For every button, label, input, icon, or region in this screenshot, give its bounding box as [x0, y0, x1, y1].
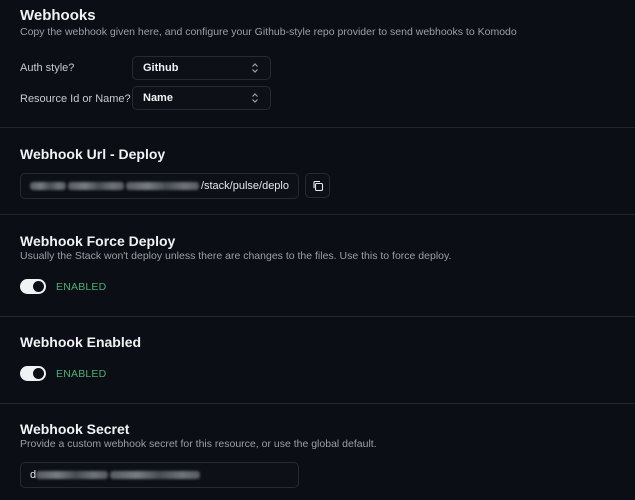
deploy-url-value: /stack/pulse/deplo [200, 180, 289, 192]
redacted-text [110, 471, 201, 479]
chevron-up-down-icon [252, 93, 258, 103]
webhook-secret-title: Webhook Secret [20, 421, 130, 437]
webhook-secret-description: Provide a custom webhook secret for this… [20, 438, 377, 450]
auth-style-value: Github [143, 62, 179, 74]
copy-button[interactable] [305, 173, 330, 198]
resource-id-label: Resource Id or Name? [20, 93, 131, 105]
auth-style-select[interactable]: Github [132, 56, 271, 80]
copy-icon [312, 180, 323, 191]
webhooks-description: Copy the webhook given here, and configu… [20, 26, 517, 38]
redacted-text [125, 182, 199, 190]
redacted-text [36, 471, 109, 479]
webhook-enabled-toggle[interactable] [20, 366, 46, 381]
webhooks-title: Webhooks [20, 7, 96, 24]
force-deploy-description: Usually the Stack won't deploy unless th… [20, 250, 452, 262]
section-divider [0, 127, 635, 128]
force-deploy-title: Webhook Force Deploy [20, 233, 176, 249]
webhook-secret-field[interactable]: d [20, 462, 299, 488]
redacted-text [67, 182, 124, 190]
force-deploy-status: ENABLED [56, 280, 107, 293]
webhook-enabled-title: Webhook Enabled [20, 334, 142, 350]
section-divider [0, 403, 635, 404]
section-divider [0, 214, 635, 215]
deploy-url-title: Webhook Url - Deploy [20, 146, 166, 162]
chevron-up-down-icon [252, 63, 258, 73]
redacted-text [30, 182, 66, 190]
resource-id-value: Name [143, 92, 173, 104]
force-deploy-toggle[interactable] [20, 279, 46, 294]
section-divider [0, 316, 635, 317]
auth-style-label: Auth style? [20, 62, 75, 74]
webhook-enabled-status: ENABLED [56, 367, 107, 380]
deploy-url-field[interactable]: /stack/pulse/deplo [20, 173, 299, 199]
resource-id-select[interactable]: Name [132, 86, 271, 110]
